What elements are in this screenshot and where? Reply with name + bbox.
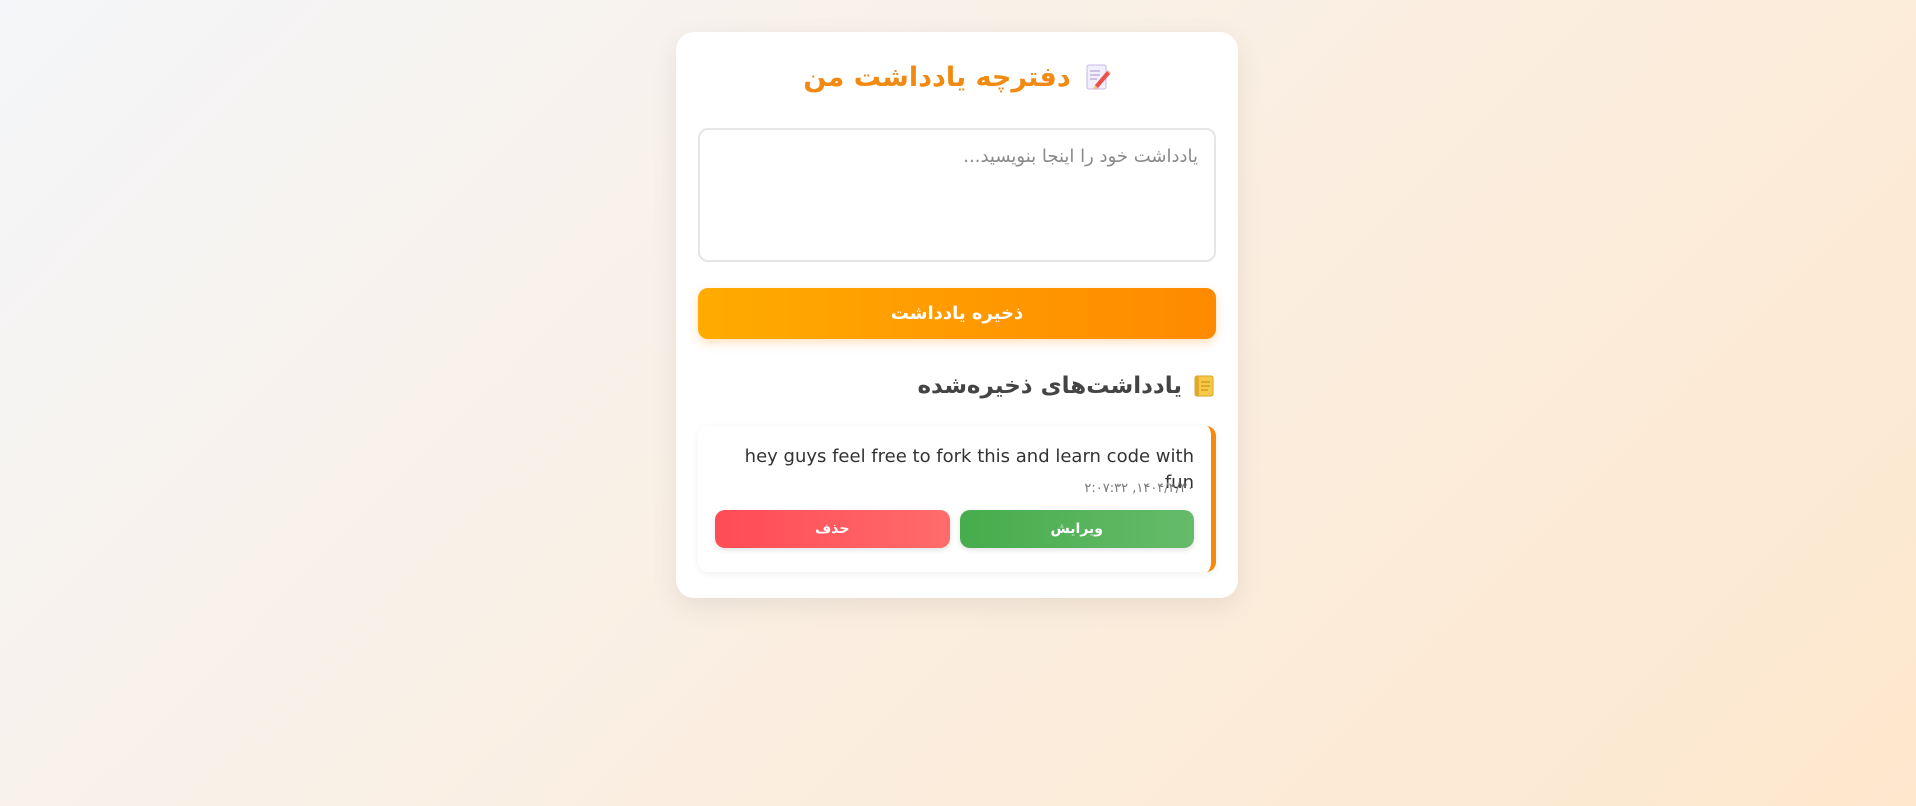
saved-notes-title: یادداشت‌های ذخیره‌شده <box>917 373 1182 399</box>
save-note-button[interactable]: ذخیره یادداشت <box>698 288 1216 339</box>
note-timestamp: ۱۴۰۴/۴/۳۰, ۲:۰۷:۳۲ <box>1084 481 1194 496</box>
notebook-icon <box>1192 374 1216 398</box>
note-item: hey guys feel free to fork this and lear… <box>698 426 1216 572</box>
note-text: hey guys feel free to fork this and lear… <box>744 446 1194 493</box>
note-actions: ویرایش حذف <box>715 510 1194 548</box>
edit-note-button[interactable]: ویرایش <box>959 510 1194 548</box>
notepad-card: دفترچه یادداشت من ذخیره یادداشت یادداشت‌… <box>676 32 1238 598</box>
page-title: دفترچه یادداشت من <box>803 61 1071 93</box>
delete-note-button[interactable]: حذف <box>715 510 950 548</box>
header: دفترچه یادداشت من <box>698 54 1216 100</box>
saved-notes-heading: یادداشت‌های ذخیره‌شده <box>698 369 1216 403</box>
note-input[interactable] <box>698 128 1216 262</box>
memo-icon <box>1085 63 1111 91</box>
